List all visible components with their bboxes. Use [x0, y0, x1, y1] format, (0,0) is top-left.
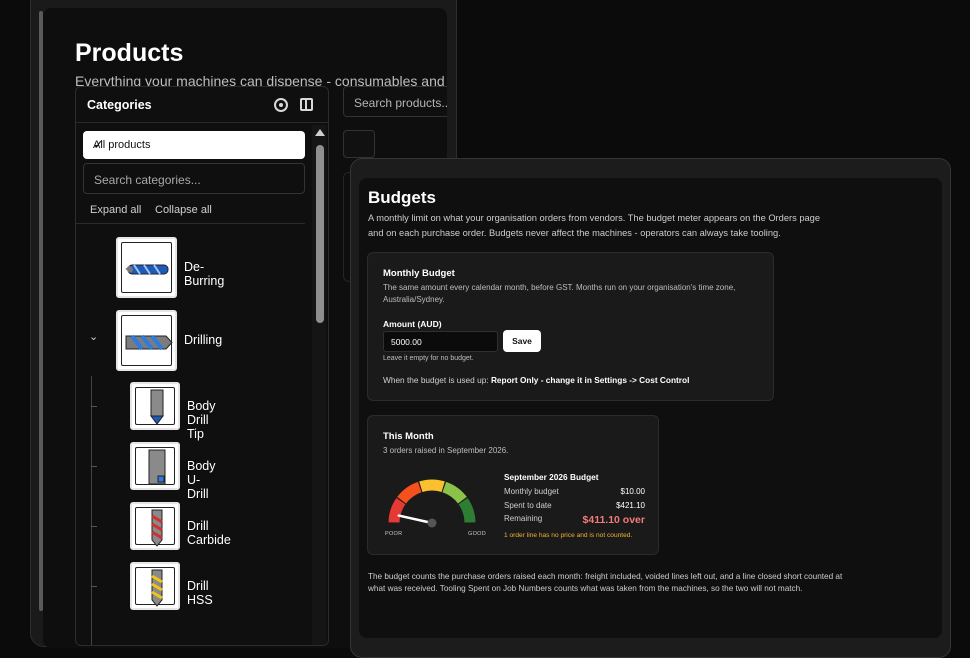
gauge-needle — [397, 514, 434, 525]
monthly-budget-card: Monthly Budget The same amount every cal… — [367, 252, 774, 401]
monthly-budget-label: Monthly budget — [504, 487, 559, 496]
all-products-item[interactable]: All products ✓ — [83, 131, 305, 159]
monthly-budget-value: $10.00 — [620, 487, 645, 496]
gauge-segment — [419, 479, 445, 493]
drill-tip-icon — [150, 389, 164, 425]
category-search-placeholder: Search categories... — [94, 173, 201, 187]
scroll-up-icon[interactable] — [315, 129, 325, 136]
categories-panel: Categories All products ✓ Search categor… — [75, 86, 329, 646]
de-burring-image — [116, 237, 177, 298]
budget-used-up-text: When the budget is used up: Report Only … — [383, 375, 690, 385]
scrollbar-thumb[interactable] — [316, 145, 324, 323]
budgets-window: Budgets A monthly limit on what your org… — [350, 158, 951, 658]
gear-icon[interactable] — [274, 98, 288, 112]
unpriced-warning: 1 order line has no price and is not cou… — [504, 532, 633, 539]
page-description: A monthly limit on what your organisatio… — [368, 213, 821, 238]
u-drill-icon — [148, 449, 166, 485]
card-description: The same amount every calendar month, be… — [383, 283, 736, 304]
budgets-content: Budgets A monthly limit on what your org… — [359, 178, 942, 638]
budget-gauge — [388, 479, 476, 528]
card-subtitle: 3 orders raised in September 2026. — [383, 446, 509, 455]
gauge-hub — [427, 518, 437, 528]
gauge-segment — [458, 497, 476, 523]
chevron-down-icon[interactable]: ⌄ — [89, 330, 98, 343]
tree-guide-line — [91, 376, 92, 645]
collapse-panel-icon[interactable] — [300, 98, 313, 111]
summary-title: September 2026 Budget — [504, 472, 599, 482]
categories-header: Categories — [76, 87, 328, 123]
drilling-image — [116, 310, 177, 371]
divider — [76, 223, 305, 224]
category-label: Body Drill Tip — [187, 399, 216, 441]
category-label: Drill Carbide — [187, 519, 231, 547]
card-title: This Month — [383, 431, 434, 442]
gauge-poor-label: POOR — [385, 531, 403, 537]
category-search-input[interactable]: Search categories... — [83, 163, 305, 194]
gauge-segment — [397, 481, 422, 504]
body-drill-tip-image — [130, 382, 180, 430]
page-title: Budgets — [368, 188, 436, 207]
category-label: Drill HSS — [187, 579, 213, 607]
gauge-segment — [442, 481, 467, 504]
expand-all-link[interactable]: Expand all — [90, 204, 141, 216]
page-title: Products — [75, 39, 184, 67]
spent-value: $421.10 — [616, 501, 645, 510]
this-month-card: This Month 3 orders raised in September … — [367, 415, 659, 555]
category-label: De-Burring — [184, 260, 225, 288]
product-search-input[interactable]: Search products... — [343, 86, 447, 117]
budget-footnote: The budget counts the purchase orders ra… — [368, 572, 843, 593]
body-u-drill-image — [130, 442, 180, 490]
product-search-placeholder: Search products... — [354, 96, 447, 110]
card-title: Monthly Budget — [383, 268, 455, 279]
carbide-drill-icon — [151, 509, 163, 547]
remaining-value: $411.10 over — [582, 514, 645, 526]
categories-title: Categories — [87, 98, 152, 112]
gauge-good-label: GOOD — [468, 531, 487, 537]
amount-input[interactable]: 5000.00 — [383, 331, 498, 352]
amount-label: Amount (AUD) — [383, 319, 442, 329]
drill-carbide-image — [130, 502, 180, 550]
filter-button[interactable] — [343, 130, 375, 158]
deburring-tool-icon — [125, 264, 169, 275]
remaining-label: Remaining — [504, 514, 543, 523]
spent-label: Spent to date — [504, 501, 552, 510]
collapse-all-link[interactable]: Collapse all — [155, 204, 212, 216]
used-up-mode: Report Only — [490, 375, 539, 385]
category-label: Body U-Drill — [187, 459, 216, 501]
save-button[interactable]: Save — [503, 330, 541, 352]
check-icon: ✓ — [93, 137, 104, 152]
drill-hss-image — [130, 562, 180, 610]
amount-hint: Leave it empty for no budget. — [383, 355, 474, 362]
drill-bit-icon — [125, 334, 173, 351]
category-label: Drilling — [184, 333, 223, 347]
gauge-segment — [388, 497, 406, 523]
hss-drill-icon — [151, 569, 163, 607]
